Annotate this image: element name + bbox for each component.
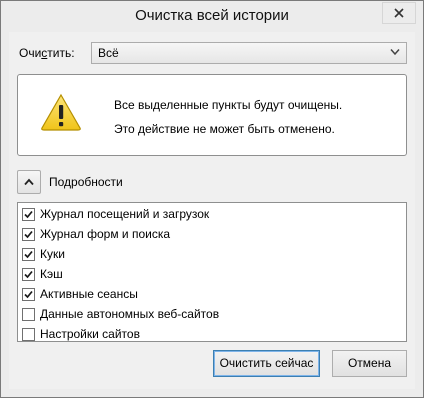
checkbox-active-sessions[interactable] bbox=[22, 288, 35, 301]
item-label: Журнал посещений и загрузок bbox=[40, 207, 210, 221]
details-toggle-button[interactable] bbox=[17, 170, 41, 194]
checkbox-offline-data[interactable] bbox=[22, 308, 35, 321]
clear-now-button[interactable]: Очистить сейчас bbox=[213, 350, 320, 377]
dialog-content: Очистить: Всё Все выделенные пункты буду… bbox=[9, 32, 415, 389]
item-label: Журнал форм и поиска bbox=[40, 227, 171, 241]
list-item-form-history[interactable]: Журнал форм и поиска bbox=[22, 226, 392, 244]
checkbox-cookies[interactable] bbox=[22, 248, 35, 261]
warning-text-1: Все выделенные пункты будут очищены. bbox=[114, 98, 343, 112]
list-item-offline-data[interactable]: Данные автономных веб-сайтов bbox=[22, 306, 392, 324]
checkbox-cache[interactable] bbox=[22, 268, 35, 281]
check-icon bbox=[24, 230, 33, 239]
warning-panel: Все выделенные пункты будут очищены. Это… bbox=[17, 74, 407, 156]
list-item-cache[interactable]: Кэш bbox=[22, 266, 392, 284]
title-bar: Очистка всей истории bbox=[1, 1, 423, 32]
list-item-cookies[interactable]: Куки bbox=[22, 246, 392, 264]
check-icon bbox=[24, 250, 33, 259]
check-icon bbox=[24, 210, 33, 219]
checkbox-browsing-history[interactable] bbox=[22, 208, 35, 221]
warning-text-2: Это действие не может быть отменено. bbox=[114, 122, 335, 136]
clear-range-row: Очистить: Всё bbox=[17, 42, 409, 64]
history-items-list: Журнал посещений и загрузок Журнал форм … bbox=[17, 202, 407, 342]
clear-range-label: Очистить: bbox=[19, 46, 75, 60]
details-row: Подробности bbox=[17, 170, 317, 194]
item-label: Куки bbox=[40, 247, 65, 261]
item-label: Данные автономных веб-сайтов bbox=[40, 307, 220, 321]
details-label: Подробности bbox=[49, 175, 123, 189]
chevron-down-icon bbox=[390, 49, 400, 56]
warning-icon bbox=[41, 93, 81, 131]
item-label: Настройки сайтов bbox=[40, 327, 140, 341]
chevron-up-icon bbox=[24, 178, 34, 186]
cancel-button[interactable]: Отмена bbox=[332, 350, 407, 377]
list-item-browsing-history[interactable]: Журнал посещений и загрузок bbox=[22, 206, 392, 224]
item-label: Кэш bbox=[40, 267, 63, 281]
clear-history-dialog: Очистка всей истории Очистить: Всё Все в… bbox=[0, 0, 424, 398]
checkbox-form-history[interactable] bbox=[22, 228, 35, 241]
checkbox-site-settings[interactable] bbox=[22, 328, 35, 341]
dialog-title: Очистка всей истории bbox=[135, 7, 289, 24]
close-button[interactable] bbox=[382, 2, 416, 24]
check-icon bbox=[24, 290, 33, 299]
list-item-active-sessions[interactable]: Активные сеансы bbox=[22, 286, 392, 304]
time-range-select[interactable]: Всё bbox=[91, 42, 407, 64]
time-range-value: Всё bbox=[98, 46, 119, 60]
close-icon bbox=[394, 8, 404, 18]
item-label: Активные сеансы bbox=[40, 287, 138, 301]
check-icon bbox=[24, 270, 33, 279]
list-item-site-settings[interactable]: Настройки сайтов bbox=[22, 326, 392, 344]
